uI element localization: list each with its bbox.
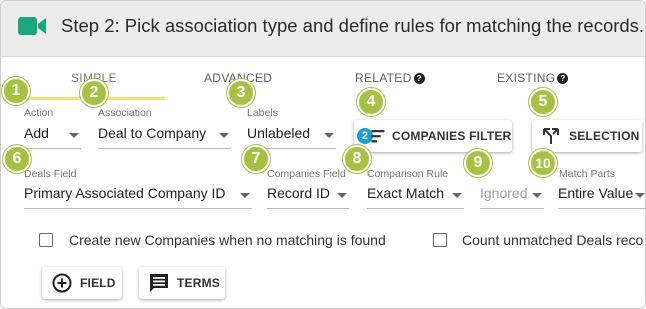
add-field-label: FIELD: [80, 276, 116, 290]
companies-filter-label: COMPANIES FILTER: [392, 129, 512, 143]
help-icon[interactable]: ?: [413, 73, 425, 84]
deals-field-value: Primary Associated Company ID: [24, 185, 226, 201]
action-select[interactable]: Add: [24, 125, 81, 149]
step-header: Step 2: Pick association type and define…: [1, 1, 645, 57]
callout-badge: 10: [529, 149, 557, 177]
comparison-rule-value: Exact Match: [367, 185, 445, 201]
association-select[interactable]: Deal to Company: [98, 125, 231, 149]
association-value: Deal to Company: [98, 125, 207, 141]
callout-badge: 5: [529, 88, 557, 116]
chevron-down-icon: [219, 133, 229, 138]
ignored-value: Ignored: [480, 185, 528, 201]
callout-badge: 9: [464, 149, 492, 177]
action-label: Action: [24, 107, 54, 119]
add-terms-label: TERMS: [177, 276, 220, 290]
chevron-down-icon: [69, 133, 79, 138]
step-title: Step 2: Pick association type and define…: [61, 15, 645, 36]
add-terms-button[interactable]: TERMS: [139, 267, 225, 299]
deals-field-label: Deals Field: [24, 168, 77, 180]
companies-field-select[interactable]: Record ID: [267, 185, 349, 209]
selection-label: SELECTION: [569, 129, 640, 143]
tab-related-label: RELATED: [355, 71, 412, 85]
tab-related[interactable]: RELATED?: [355, 71, 425, 85]
callout-badge: 3: [227, 79, 255, 107]
count-unmatched-checkbox[interactable]: [433, 233, 447, 247]
tab-existing-label: EXISTING: [497, 71, 556, 85]
callout-badge: 1: [2, 77, 30, 105]
association-label: Association: [98, 107, 152, 119]
comparison-rule-select[interactable]: Exact Match: [367, 185, 464, 209]
callout-badge: 7: [242, 145, 270, 173]
match-parts-label: Match Parts: [559, 168, 616, 180]
chevron-down-icon: [635, 193, 645, 198]
create-new-label: Create new Companies when no matching is…: [69, 232, 386, 248]
callout-badge: 2: [80, 79, 108, 107]
merge-arrows-icon: [543, 128, 559, 144]
deals-field-select[interactable]: Primary Associated Company ID: [24, 185, 252, 209]
callout-badge: 8: [343, 145, 371, 173]
callout-badge: 4: [357, 88, 385, 116]
ignored-select[interactable]: Ignored: [480, 185, 544, 209]
companies-field-label: Companies Field: [267, 168, 346, 180]
match-parts-select[interactable]: Entire Value: [558, 185, 645, 209]
message-icon: [150, 274, 168, 292]
callout-badge: 6: [3, 145, 31, 173]
filter-list-icon: [371, 130, 385, 143]
labels-value: Unlabeled: [247, 125, 311, 141]
add-circle-icon: [52, 273, 72, 293]
tab-existing[interactable]: EXISTING?: [497, 71, 569, 85]
selection-button[interactable]: SELECTION: [532, 120, 642, 152]
companies-field-value: Record ID: [267, 185, 331, 201]
companies-filter-button[interactable]: 2 COMPANIES FILTER: [354, 120, 512, 152]
action-value: Add: [24, 125, 49, 141]
create-new-checkbox[interactable]: [39, 233, 53, 247]
chevron-down-icon: [337, 193, 347, 198]
chevron-down-icon: [240, 193, 250, 198]
chevron-down-icon: [452, 193, 462, 198]
comparison-rule-label: Comparison Rule: [367, 168, 449, 180]
panel: Step 2: Pick association type and define…: [0, 0, 646, 309]
add-field-button[interactable]: FIELD: [42, 267, 122, 299]
chevron-down-icon: [532, 193, 542, 198]
help-icon[interactable]: ?: [557, 73, 569, 84]
count-unmatched-label: Count unmatched Deals reco: [462, 232, 644, 248]
match-parts-value: Entire Value: [558, 185, 634, 201]
chevron-down-icon: [324, 133, 334, 138]
video-camera-icon: [18, 17, 46, 35]
labels-label: Labels: [247, 107, 278, 119]
